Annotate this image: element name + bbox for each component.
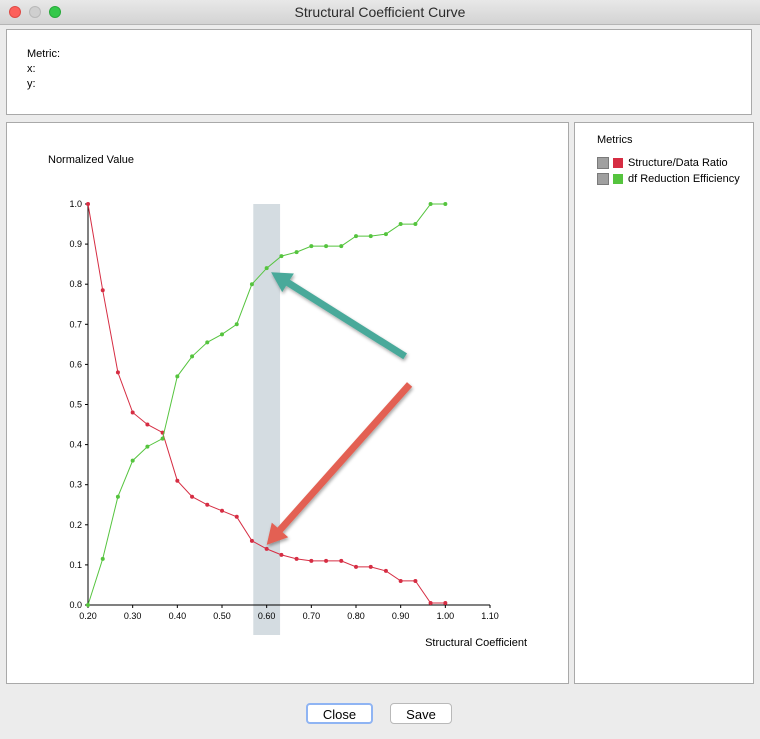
data-point [324,244,329,249]
data-point [428,600,433,605]
x-tick-label: 0.70 [303,611,321,621]
data-point [205,340,210,345]
data-point [354,234,358,239]
data-point [220,508,224,513]
data-point [368,234,373,239]
data-point [339,558,344,563]
x-tick-label: 0.90 [392,611,410,621]
data-point [100,288,105,293]
data-point [428,202,433,206]
y-tick-label: 0.0 [69,600,82,610]
y-label: y: [27,78,36,90]
y-tick-label: 0.1 [69,560,82,570]
data-point [368,564,373,569]
legend-item-structure-data-ratio[interactable]: Structure/Data Ratio [597,157,728,170]
data-point [383,568,388,573]
data-point [339,244,344,249]
chart-svg[interactable]: Normalized Value Structural Coefficient … [7,123,568,683]
x-label: x: [27,63,36,75]
data-point [294,250,299,255]
data-point [190,494,195,499]
x-tick-label: 0.20 [79,611,97,621]
legend-title: Metrics [597,134,633,146]
data-point [175,478,180,483]
legend-swatch-red [613,158,623,169]
data-point [86,603,90,607]
metric-label: Metric: [27,48,60,60]
data-point [443,600,448,605]
legend-label: df Reduction Efficiency [628,173,740,186]
legend-toggle-checkbox[interactable] [597,157,609,170]
y-tick-label: 1.0 [69,199,82,209]
legend-panel: Metrics Structure/Data Ratio df Reductio… [574,122,754,684]
y-tick-label: 0.3 [69,480,82,490]
button-bar: Close Save [0,689,760,739]
data-point [175,374,180,379]
data-point [309,558,314,563]
window-title: Structural Coefficient Curve [294,4,466,20]
y-tick-label: 0.4 [69,440,82,450]
data-point [205,502,210,507]
y-axis-title: Normalized Value [48,154,134,166]
y-tick-label: 0.7 [69,319,82,329]
data-point [115,494,120,499]
data-point [309,244,314,249]
data-point [264,266,269,271]
legend-toggle-checkbox[interactable] [597,173,609,186]
data-point [160,436,165,441]
data-point [100,556,105,561]
data-point [413,222,418,227]
red-annotation-arrow [266,382,413,545]
data-point [115,370,120,375]
x-tick-label: 0.50 [213,611,231,621]
data-point [249,282,254,287]
data-point [413,578,418,583]
save-button[interactable]: Save [390,703,452,724]
data-point [443,202,448,206]
data-point [234,322,239,327]
x-tick-label: 1.10 [481,611,499,621]
data-point [249,538,254,543]
data-point [264,546,269,551]
y-tick-label: 0.9 [69,239,82,249]
legend-swatch-green [613,174,623,185]
data-point [383,232,388,237]
x-tick-label: 0.80 [347,611,365,621]
x-axis-title: Structural Coefficient [425,637,527,649]
y-tick-label: 0.6 [69,359,82,369]
x-tick-label: 0.30 [124,611,142,621]
y-tick-label: 0.8 [69,279,82,289]
data-point [398,222,403,227]
data-point [324,558,329,563]
y-tick-label: 0.2 [69,520,82,530]
data-point [279,254,284,259]
legend-label: Structure/Data Ratio [628,157,728,170]
data-point [294,556,299,561]
data-point [86,202,90,206]
chart-panel[interactable]: Normalized Value Structural Coefficient … [6,122,569,684]
data-point [220,332,224,337]
data-point [130,458,135,463]
info-panel: Metric: x: y: [6,29,752,115]
data-point [145,444,150,449]
data-point [354,564,358,569]
data-point [398,578,403,583]
x-tick-label: 0.60 [258,611,276,621]
legend-item-df-reduction-efficiency[interactable]: df Reduction Efficiency [597,173,740,186]
data-point [279,552,284,557]
x-tick-label: 1.00 [437,611,455,621]
title-bar: Structural Coefficient Curve [0,0,760,25]
green-annotation-arrow [271,272,407,360]
data-point [190,354,195,359]
close-button[interactable]: Close [306,703,373,724]
data-point [130,410,135,415]
data-point [145,422,150,427]
x-tick-label: 0.40 [169,611,187,621]
y-tick-label: 0.5 [69,400,82,410]
data-point [234,514,239,519]
